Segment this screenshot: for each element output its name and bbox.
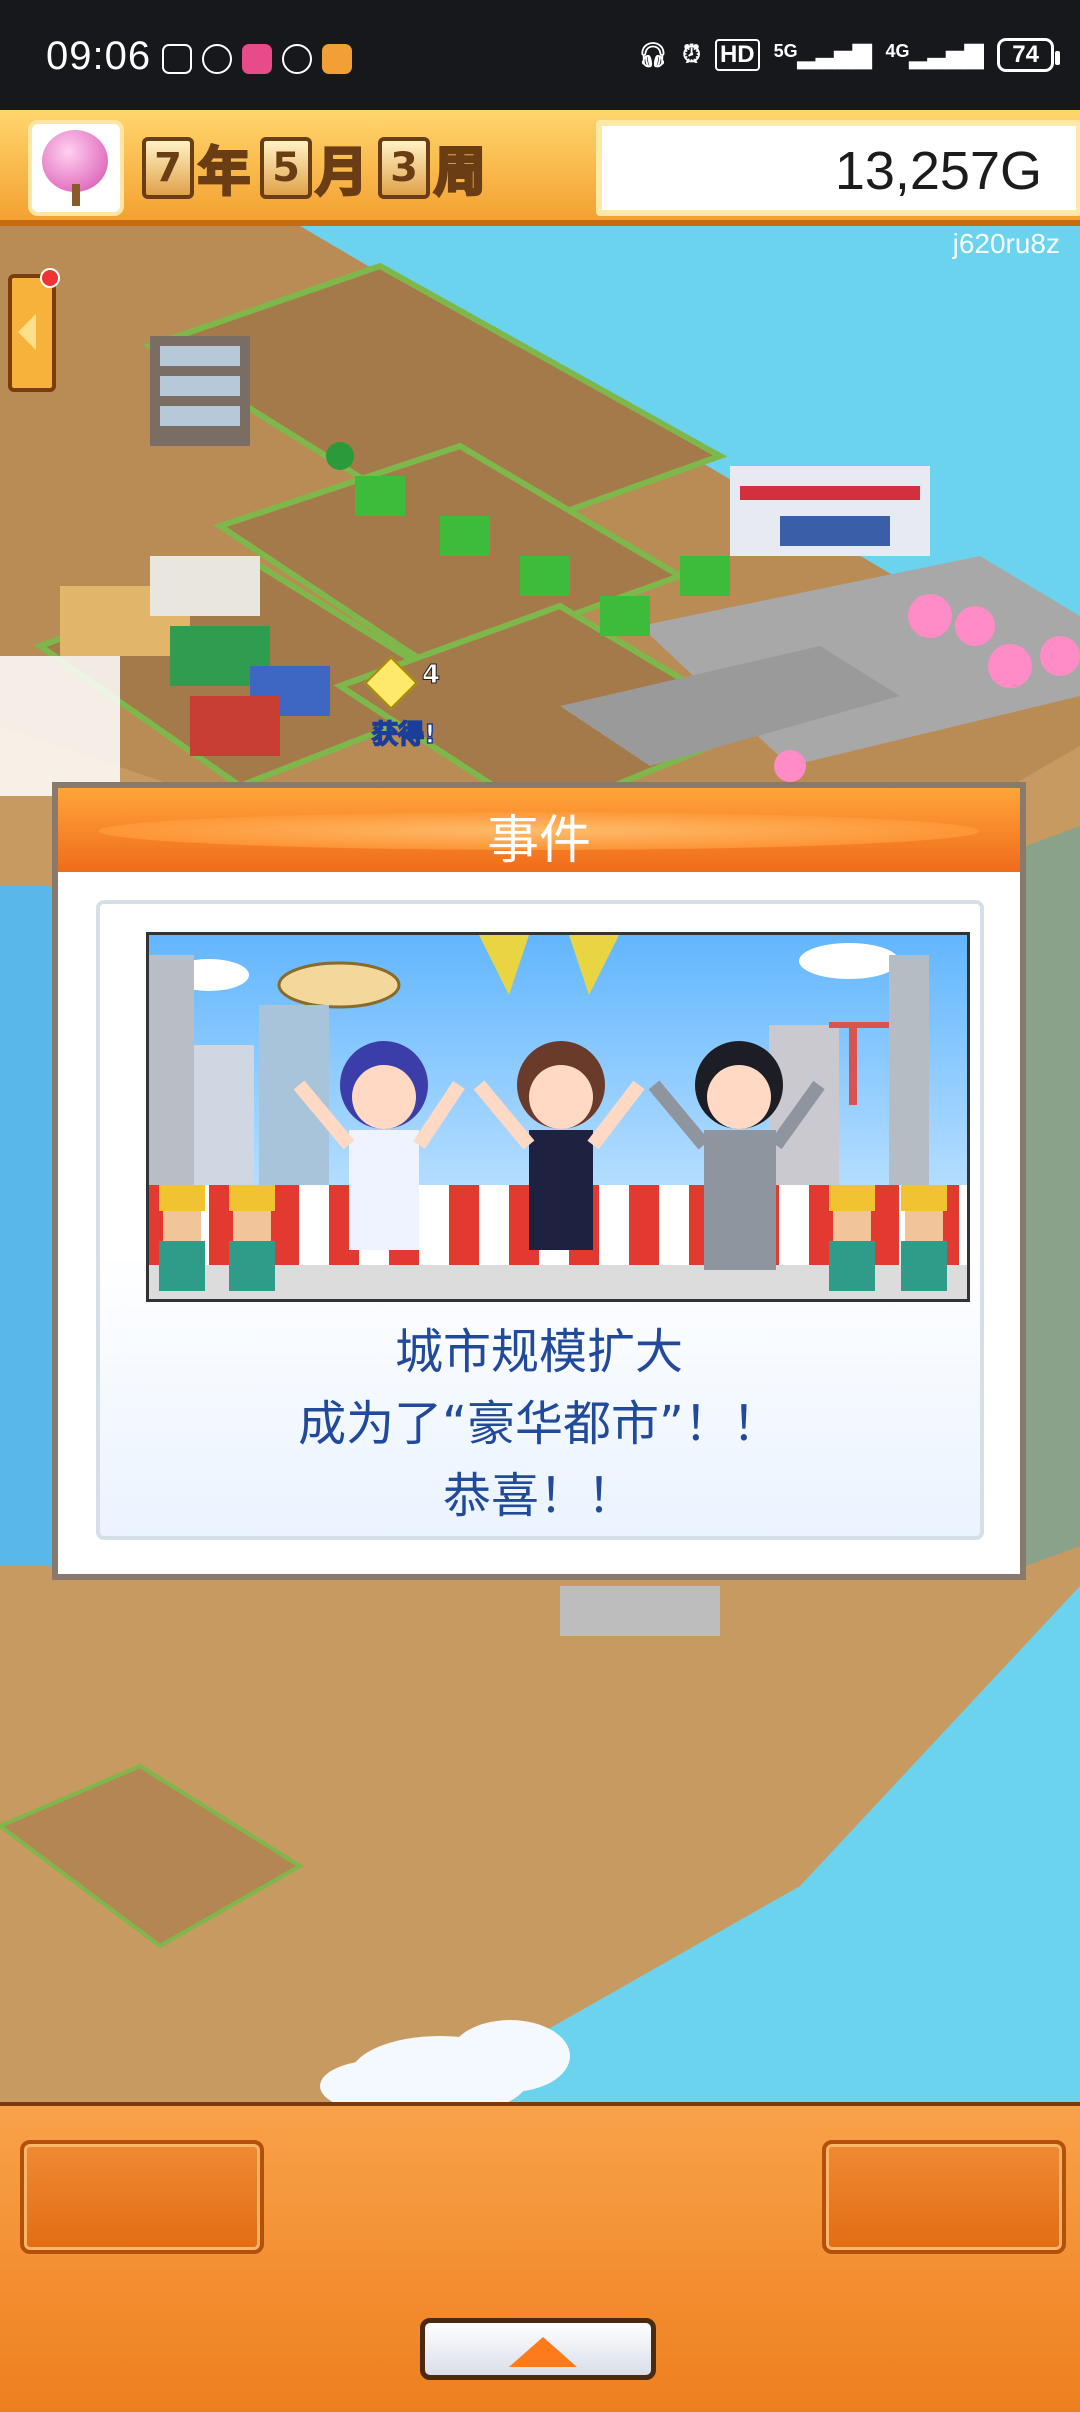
status-bar: 09:06 🎧︎ ⏰︎ HD 5G▂▃▅▇ 4G▂▃▅▇ 74 xyxy=(0,0,1080,110)
message-line-3: 恭喜！！ xyxy=(442,1468,635,1524)
cherry-blossom-season-icon[interactable] xyxy=(28,120,124,216)
hd-label: HD xyxy=(714,39,760,71)
signal-5g-icon: 5G▂▃▅▇ xyxy=(773,40,872,69)
celebration-illustration xyxy=(146,932,970,1302)
top-hud: 7 年 5 月 3 周 13,257G xyxy=(0,110,1080,226)
year-number: 7 xyxy=(142,136,194,199)
dialog-titlebar: 事件 xyxy=(58,788,1020,872)
badge-count: 4 xyxy=(421,660,441,691)
notification-dot xyxy=(40,268,60,288)
right-action-slot[interactable] xyxy=(822,2140,1066,2254)
month-unit: 月 xyxy=(315,142,370,205)
money-display: 13,257G xyxy=(596,120,1080,216)
badge-label: 获得! xyxy=(371,719,436,751)
headphones-icon: 🎧︎ xyxy=(637,41,669,69)
event-dialog[interactable]: 事件 城市规模扩大 成为了“豪华都市”！！ 恭喜！！ xyxy=(52,782,1026,1580)
status-time: 09:06 xyxy=(46,34,152,78)
dialog-title: 事件 xyxy=(486,811,591,871)
week-unit: 周 xyxy=(433,142,488,205)
message-line-2: 成为了“豪华都市”！！ xyxy=(298,1396,780,1452)
event-message: 城市规模扩大 成为了“豪华都市”！！ 恭喜！！ xyxy=(58,1316,1020,1532)
year-unit: 年 xyxy=(196,142,251,205)
iqiyi-app-icon xyxy=(162,44,192,74)
video-play-icon xyxy=(202,44,232,74)
star-icon xyxy=(364,656,418,710)
battery-indicator: 74 xyxy=(997,38,1060,72)
bottom-panel xyxy=(0,2102,1080,2412)
signal-4g-label: 4G xyxy=(885,40,910,61)
week-number: 3 xyxy=(378,136,431,199)
game-date: 7 年 5 月 3 周 xyxy=(142,130,492,205)
achievement-badge[interactable]: 4 获得! xyxy=(364,656,441,751)
signal-4g-icon: 4G▂▃▅▇ xyxy=(885,40,984,69)
lofter-app-icon xyxy=(242,44,272,74)
expand-panel-button[interactable] xyxy=(420,2318,656,2380)
up-arrow-icon xyxy=(509,2337,577,2367)
user-id-watermark: j620ru8z xyxy=(952,228,1060,259)
left-action-slot[interactable] xyxy=(20,2140,264,2254)
status-right: 🎧︎ ⏰︎ HD 5G▂▃▅▇ 4G▂▃▅▇ 74 xyxy=(637,38,1060,72)
money-value: 13,257G xyxy=(834,141,1042,201)
side-menu-toggle[interactable] xyxy=(8,268,60,392)
message-line-1: 城市规模扩大 xyxy=(394,1324,683,1380)
month-number: 5 xyxy=(260,136,313,199)
signal-5g-label: 5G xyxy=(773,40,798,61)
alarm-icon: ⏰︎ xyxy=(682,41,701,68)
notification-icons xyxy=(162,44,352,74)
bilibili-app-icon xyxy=(282,44,312,74)
taobao-app-icon xyxy=(322,44,352,74)
